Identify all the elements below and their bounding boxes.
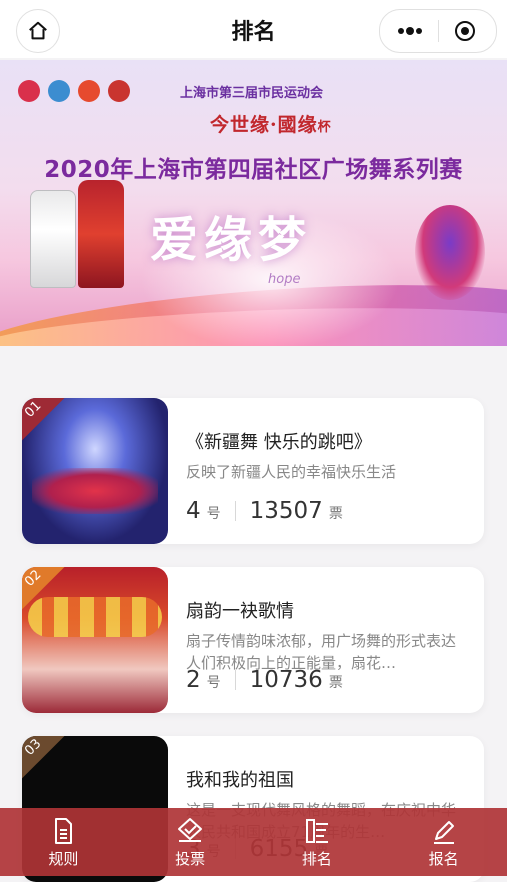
banner-slogan: 爱缘梦	[150, 212, 313, 268]
brand-line: 今世缘·國缘杯	[210, 110, 332, 137]
sponsor-logo-icon	[48, 80, 70, 102]
bottom-tab-bar: 规则 投票 排名 报名	[0, 808, 507, 876]
tab-ranking[interactable]: 排名	[254, 808, 381, 876]
entry-number: 2	[186, 667, 201, 693]
capsule-divider	[438, 20, 439, 42]
list-item[interactable]: 02 扇韵一袂歌情 扇子传情韵味浓郁，用广场舞的形式表达人们积极向上的正能量，扇…	[22, 567, 484, 713]
top-bar: 排名	[0, 0, 507, 58]
mini-program-capsule	[379, 9, 497, 53]
tab-label: 报名	[428, 849, 459, 868]
entry-title: 《新疆舞 快乐的跳吧》	[186, 432, 372, 453]
vote-icon	[178, 817, 203, 842]
sponsor-logo-icon	[78, 80, 100, 102]
entry-votes-unit: 票	[328, 506, 343, 522]
list-item[interactable]: 01 《新疆舞 快乐的跳吧》 反映了新疆人民的幸福快乐生活 4 号 13507 …	[22, 398, 484, 544]
pen-icon	[433, 820, 454, 844]
stat-divider	[234, 670, 236, 690]
tab-vote[interactable]: 投票	[127, 808, 254, 876]
entry-description: 反映了新疆人民的幸福快乐生活	[186, 463, 397, 481]
fans-shape	[28, 597, 162, 637]
ranking-icon	[305, 818, 328, 843]
stat-divider	[234, 501, 236, 521]
dancers-shape	[32, 468, 158, 514]
banner-title: 2020年上海市第四届社区广场舞系列赛	[44, 157, 463, 183]
entry-votes: 13507	[249, 498, 323, 524]
document-icon	[55, 817, 73, 844]
event-banner[interactable]: 上海市第三届市民运动会 今世缘·國缘杯 2020年上海市第四届社区广场舞系列赛 …	[0, 60, 507, 346]
entry-photo: 02	[22, 567, 168, 713]
tab-label: 规则	[48, 849, 79, 868]
entry-number: 4	[186, 498, 201, 524]
sponsor-logo-icon	[108, 80, 130, 102]
more-icon[interactable]	[396, 23, 424, 39]
bottle-red-icon	[78, 180, 124, 288]
bottle-white-icon	[30, 190, 76, 288]
banner-slogan-sub: hope	[268, 272, 301, 287]
tab-signup[interactable]: 报名	[380, 808, 507, 876]
entry-stats: 2 号 10736 票	[186, 667, 343, 693]
entry-stats: 4 号 13507 票	[186, 498, 343, 524]
entry-photo: 01	[22, 398, 168, 544]
tab-label: 排名	[301, 849, 332, 868]
entry-votes: 10736	[249, 667, 323, 693]
tab-rules[interactable]: 规则	[0, 808, 127, 876]
brand-name: 今世缘·國缘	[210, 114, 318, 136]
entry-number-unit: 号	[206, 675, 221, 691]
entry-title: 扇韵一袂歌情	[186, 601, 294, 622]
close-icon[interactable]	[454, 20, 476, 42]
sponsor-logos	[18, 80, 130, 102]
entry-votes-unit: 票	[328, 675, 343, 691]
brand-suffix: 杯	[317, 120, 332, 135]
entry-number-unit: 号	[206, 506, 221, 522]
tab-label: 投票	[175, 849, 206, 868]
entry-title: 我和我的祖国	[186, 770, 294, 791]
dancer-illustration-icon	[415, 205, 485, 300]
sponsor-logo-icon	[18, 80, 40, 102]
banner-subtitle: 上海市第三届市民运动会	[180, 86, 324, 101]
